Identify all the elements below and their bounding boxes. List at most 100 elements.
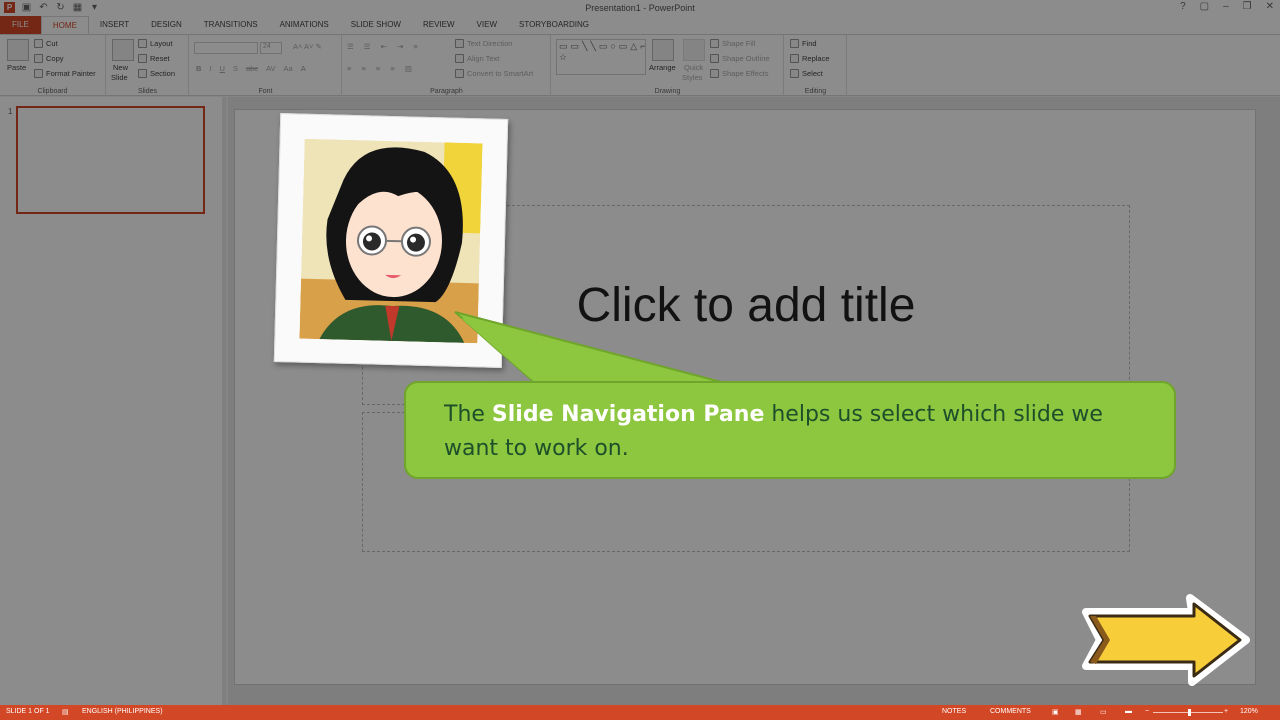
- close-button[interactable]: ✕: [1266, 1, 1274, 12]
- tab-home[interactable]: HOME: [40, 16, 89, 34]
- tab-design[interactable]: DESIGN: [140, 16, 193, 34]
- reset-icon: [138, 54, 147, 63]
- reset-label: Reset: [150, 54, 170, 63]
- copy-icon: [34, 54, 43, 63]
- language-status[interactable]: ENGLISH (PHILIPPINES): [82, 708, 163, 715]
- editing-group-label: Editing: [804, 88, 827, 95]
- tab-slide-show[interactable]: SLIDE SHOW: [340, 16, 412, 34]
- replace-icon: [790, 54, 799, 63]
- slide-number: 1: [8, 107, 13, 116]
- font-size-select[interactable]: 24: [260, 42, 282, 54]
- select-button[interactable]: Select: [790, 69, 823, 78]
- status-bar: SLIDE 1 OF 1 ▤ ENGLISH (PHILIPPINES) NOT…: [0, 705, 1280, 720]
- ribbon: Paste Cut Copy Format Painter Clipboard …: [0, 34, 1280, 96]
- find-icon: [790, 39, 799, 48]
- slide-thumbnail[interactable]: [16, 106, 205, 214]
- change-case-button[interactable]: Aa: [284, 64, 293, 73]
- cut-button[interactable]: Cut: [34, 39, 58, 48]
- drawing-group: ▭▭╲╲▭○▭△⌐⌐⇨{▭◜⌒⌒{}☆ Arrange Quick Styles…: [552, 35, 784, 96]
- slide-navigation-pane[interactable]: 1: [0, 97, 226, 705]
- tab-view[interactable]: VIEW: [466, 16, 508, 34]
- section-button[interactable]: Section: [138, 69, 175, 78]
- quick-styles-button[interactable]: Quick: [684, 63, 703, 72]
- grow-font-button[interactable]: A˄ A˅ ✎: [293, 42, 322, 51]
- quick-styles-icon[interactable]: [683, 39, 705, 61]
- zoom-in-button[interactable]: +: [1224, 708, 1228, 715]
- convert-smartart-label: Convert to SmartArt: [467, 69, 534, 78]
- editing-group: Find Replace Select Editing: [785, 35, 847, 96]
- notes-button[interactable]: NOTES: [942, 708, 966, 715]
- arrange-button[interactable]: Arrange: [649, 63, 676, 72]
- section-icon: [138, 69, 147, 78]
- tab-storyboarding[interactable]: STORYBOARDING: [508, 16, 600, 34]
- tab-transitions[interactable]: TRANSITIONS: [193, 16, 269, 34]
- drawing-group-label: Drawing: [654, 88, 681, 95]
- replace-button[interactable]: Replace: [790, 54, 830, 63]
- paragraph-group-label: Paragraph: [430, 88, 463, 95]
- text-direction-label: Text Direction: [467, 39, 513, 48]
- character-spacing-button[interactable]: AV: [266, 64, 275, 73]
- shape-fill-label: Shape Fill: [722, 39, 756, 48]
- strikethrough-button[interactable]: S: [233, 64, 238, 73]
- tab-animations[interactable]: ANIMATIONS: [269, 16, 340, 34]
- align-buttons[interactable]: ≡ ≡ ≡ ≡ ▥: [347, 64, 416, 73]
- tab-review[interactable]: REVIEW: [412, 16, 466, 34]
- text-direction-icon: [455, 39, 464, 48]
- normal-view-icon[interactable]: ▣: [1052, 708, 1059, 716]
- shapes-gallery[interactable]: ▭▭╲╲▭○▭△⌐⌐⇨{▭◜⌒⌒{}☆: [556, 39, 646, 75]
- text-direction-button[interactable]: Text Direction: [455, 39, 512, 48]
- cut-label: Cut: [46, 39, 58, 48]
- smartart-icon: [455, 69, 464, 78]
- reset-button[interactable]: Reset: [138, 54, 170, 63]
- spellcheck-icon[interactable]: ▤: [62, 708, 69, 716]
- copy-label: Copy: [46, 54, 64, 63]
- paste-button[interactable]: Paste: [7, 63, 26, 72]
- tab-file[interactable]: FILE: [0, 16, 41, 34]
- new-slide-button[interactable]: New: [113, 63, 128, 72]
- restore-button[interactable]: ❐: [1243, 1, 1252, 12]
- comments-button[interactable]: COMMENTS: [990, 708, 1031, 715]
- zoom-out-button[interactable]: −: [1145, 708, 1149, 715]
- copy-button[interactable]: Copy: [34, 54, 64, 63]
- slide-show-icon[interactable]: ▬: [1125, 708, 1132, 715]
- tab-insert[interactable]: INSERT: [89, 16, 140, 34]
- zoom-slider-handle[interactable]: [1188, 709, 1191, 716]
- slide-count-status[interactable]: SLIDE 1 OF 1: [6, 708, 50, 715]
- callout-tail: [454, 311, 726, 386]
- shape-outline-button[interactable]: Shape Outline: [710, 54, 770, 63]
- arrange-icon[interactable]: [652, 39, 674, 61]
- new-slide-button-line2[interactable]: Slide: [111, 73, 128, 82]
- font-color-button[interactable]: A: [301, 64, 306, 73]
- title-bar: P ▣ ↶ ↻ ▦ ▾ Presentation1 - PowerPoint ?…: [0, 0, 1280, 16]
- callout-text-before: The: [444, 402, 492, 427]
- zoom-level[interactable]: 120%: [1240, 708, 1258, 715]
- align-text-button[interactable]: Align Text: [455, 54, 499, 63]
- convert-smartart-button[interactable]: Convert to SmartArt: [455, 69, 533, 78]
- shape-fill-button[interactable]: Shape Fill: [710, 39, 755, 48]
- slide-sorter-icon[interactable]: ▦: [1075, 708, 1082, 716]
- strikethrough-abc-button[interactable]: abc: [246, 64, 258, 73]
- callout-text-after: helps us select which slide we: [764, 402, 1103, 427]
- format-painter-button[interactable]: Format Painter: [34, 69, 96, 78]
- bold-button[interactable]: B: [196, 64, 201, 73]
- tutorial-callout: The Slide Navigation Pane helps us selec…: [404, 381, 1176, 479]
- paste-icon[interactable]: [7, 39, 29, 61]
- find-button[interactable]: Find: [790, 39, 817, 48]
- quick-styles-button-line2[interactable]: Styles: [682, 73, 702, 82]
- new-slide-icon[interactable]: [112, 39, 134, 61]
- ribbon-display-button[interactable]: ▢: [1200, 1, 1209, 12]
- italic-button[interactable]: I: [209, 64, 211, 73]
- minimize-button[interactable]: –: [1223, 1, 1229, 12]
- layout-button[interactable]: Layout: [138, 39, 173, 48]
- list-buttons[interactable]: ☰ ☰ ⇤ ⇥ ≡: [347, 42, 422, 51]
- font-family-select[interactable]: [194, 42, 258, 54]
- underline-button[interactable]: U: [220, 64, 225, 73]
- select-icon: [790, 69, 799, 78]
- paragraph-group: ☰ ☰ ⇤ ⇥ ≡ ≡ ≡ ≡ ≡ ▥ Text Direction Align…: [343, 35, 551, 96]
- reading-view-icon[interactable]: ▭: [1100, 708, 1107, 716]
- clipboard-group-label: Clipboard: [37, 88, 68, 95]
- window-title: Presentation1 - PowerPoint: [585, 3, 695, 13]
- next-arrow-icon[interactable]: [1082, 594, 1250, 686]
- help-button[interactable]: ?: [1180, 1, 1186, 12]
- shape-effects-button[interactable]: Shape Effects: [710, 69, 769, 78]
